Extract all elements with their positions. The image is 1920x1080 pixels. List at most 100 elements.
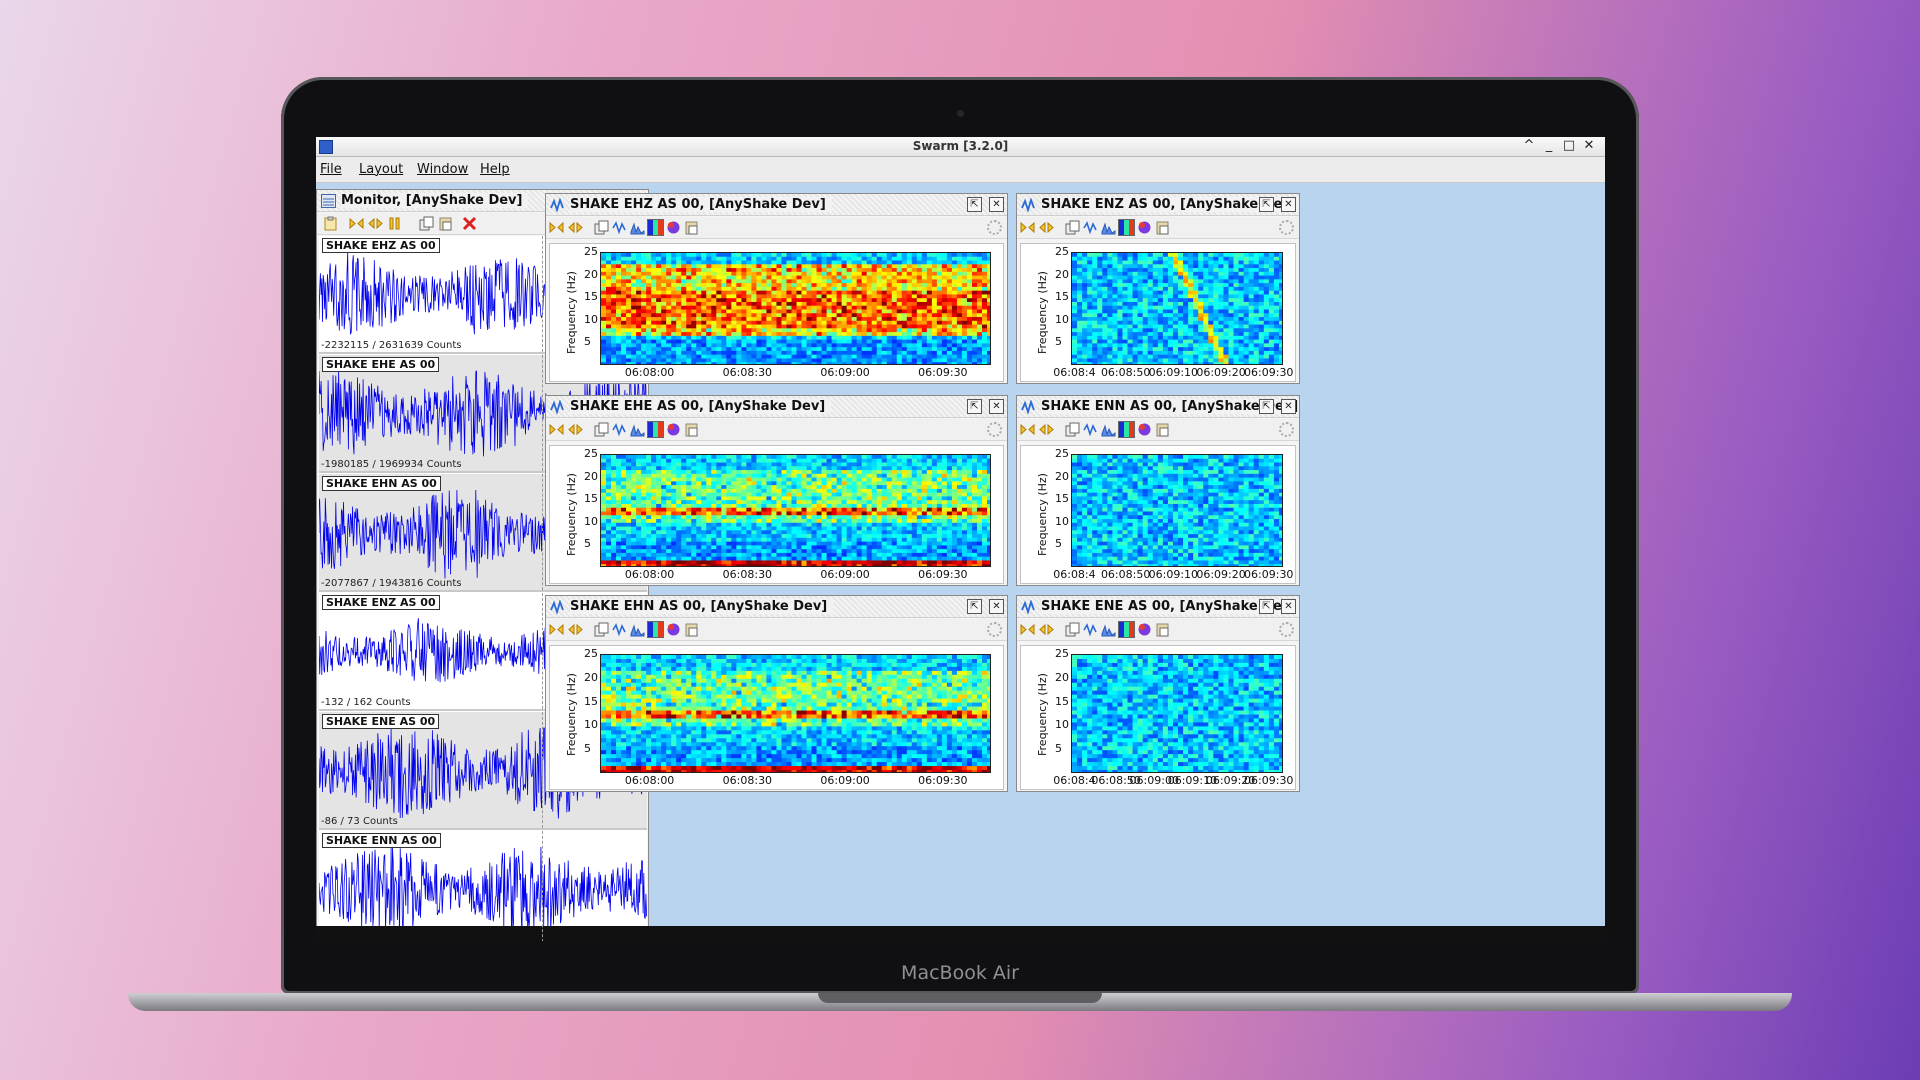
spectrogram-frame[interactable]: SHAKE EHN AS 00, [AnyShake Dev] ⇱ ✕ Frequen… xyxy=(545,595,1008,792)
expand-x-icon[interactable] xyxy=(368,216,383,231)
spectra-view-icon[interactable] xyxy=(1101,220,1116,235)
compress-x-icon[interactable] xyxy=(1020,422,1035,437)
close-frame-icon[interactable]: ✕ xyxy=(1281,197,1296,212)
spectrogram-view-icon[interactable] xyxy=(1118,219,1135,236)
expand-x-icon[interactable] xyxy=(1039,422,1054,437)
copy-icon[interactable] xyxy=(594,220,609,235)
spectrogram-titlebar[interactable]: SHAKE ENZ AS 00, [AnyShake Dev] ⇱ ✕ xyxy=(1017,194,1299,216)
particle-motion-icon[interactable] xyxy=(666,220,681,235)
app-titlebar[interactable]: Swarm [3.2.0] ^ _ □ ✕ xyxy=(316,137,1605,157)
detach-icon[interactable]: ⇱ xyxy=(967,399,982,414)
spectrogram-frame[interactable]: SHAKE EHZ AS 00, [AnyShake Dev] ⇱ ✕ Frequen… xyxy=(545,193,1008,384)
particle-motion-icon[interactable] xyxy=(666,622,681,637)
seismograph-icon xyxy=(1021,198,1035,212)
close-frame-icon[interactable]: ✕ xyxy=(989,599,1004,614)
remove-icon[interactable] xyxy=(462,216,477,231)
paste-icon[interactable] xyxy=(684,622,699,637)
compress-x-icon[interactable] xyxy=(1020,220,1035,235)
spectrogram-view-icon[interactable] xyxy=(647,219,664,236)
spectra-view-icon[interactable] xyxy=(630,220,645,235)
copy-icon[interactable] xyxy=(419,216,434,231)
spectra-view-icon[interactable] xyxy=(1101,622,1116,637)
expand-x-icon[interactable] xyxy=(568,622,583,637)
spectrogram-view-icon[interactable] xyxy=(647,421,664,438)
spectra-view-icon[interactable] xyxy=(1101,422,1116,437)
wave-view-icon[interactable] xyxy=(1083,220,1098,235)
close-frame-icon[interactable]: ✕ xyxy=(1281,599,1296,614)
spectra-view-icon[interactable] xyxy=(630,422,645,437)
spectrogram-view-icon[interactable] xyxy=(647,621,664,638)
particle-motion-icon[interactable] xyxy=(1137,622,1152,637)
spectrogram-plot[interactable]: Frequency (Hz) 25 20 15 10 5 06:08:4 06:08:50 06… xyxy=(1020,645,1296,790)
expand-x-icon[interactable] xyxy=(568,220,583,235)
wave-view-icon[interactable] xyxy=(1083,622,1098,637)
paste-icon[interactable] xyxy=(1155,422,1170,437)
spectrogram-titlebar[interactable]: SHAKE ENE AS 00, [AnyShake Dev] ⇱ ✕ xyxy=(1017,596,1299,618)
detach-icon[interactable]: ⇱ xyxy=(1259,197,1274,212)
detach-icon[interactable]: ⇱ xyxy=(967,599,982,614)
spectrogram-titlebar[interactable]: SHAKE EHN AS 00, [AnyShake Dev] ⇱ ✕ xyxy=(546,596,1007,618)
copy-icon[interactable] xyxy=(1065,622,1080,637)
spectrogram-plot[interactable]: Frequency (Hz) 25 20 15 10 5 06:08:00 06:08:30 0… xyxy=(549,445,1004,584)
copy-icon[interactable] xyxy=(1065,422,1080,437)
menu-file[interactable]: File xyxy=(320,162,342,177)
spectrogram-titlebar[interactable]: SHAKE EHE AS 00, [AnyShake Dev] ⇱ ✕ xyxy=(546,396,1007,418)
menu-window[interactable]: Window xyxy=(417,162,468,177)
spectrogram-view-icon[interactable] xyxy=(1118,421,1135,438)
menu-layout[interactable]: Layout xyxy=(359,162,403,177)
close-frame-icon[interactable]: ✕ xyxy=(989,197,1004,212)
spectrogram-plot[interactable]: Frequency (Hz) 25 20 15 10 5 06:08:4 06:08:50 06… xyxy=(1020,243,1296,382)
particle-motion-icon[interactable] xyxy=(1137,422,1152,437)
spectrogram-plot[interactable]: Frequency (Hz) 25 20 15 10 5 06:08:00 06:08:30 0… xyxy=(549,645,1004,790)
detach-icon[interactable]: ⇱ xyxy=(1259,599,1274,614)
spectrogram-plot[interactable]: Frequency (Hz) 25 20 15 10 5 06:08:00 06:08:30 0… xyxy=(549,243,1004,382)
compress-x-icon[interactable] xyxy=(549,622,564,637)
paste-icon[interactable] xyxy=(684,220,699,235)
screen-bottom-bezel xyxy=(316,926,1605,942)
particle-motion-icon[interactable] xyxy=(1137,220,1152,235)
paste-icon[interactable] xyxy=(438,216,453,231)
spectrogram-frame[interactable]: SHAKE ENZ AS 00, [AnyShake Dev] ⇱ ✕ Frequen… xyxy=(1016,193,1300,384)
compress-x-icon[interactable] xyxy=(1020,622,1035,637)
pause-icon[interactable] xyxy=(387,216,402,231)
expand-x-icon[interactable] xyxy=(568,422,583,437)
compress-x-icon[interactable] xyxy=(549,220,564,235)
compress-x-icon[interactable] xyxy=(349,216,364,231)
spectra-view-icon[interactable] xyxy=(630,622,645,637)
spectrogram-frame[interactable]: SHAKE EHE AS 00, [AnyShake Dev] ⇱ ✕ Frequen… xyxy=(545,395,1008,586)
spectrogram-titlebar[interactable]: SHAKE EHZ AS 00, [AnyShake Dev] ⇱ ✕ xyxy=(546,194,1007,216)
close-frame-icon[interactable]: ✕ xyxy=(989,399,1004,414)
detach-icon[interactable]: ⇱ xyxy=(967,197,982,212)
menu-help[interactable]: Help xyxy=(480,162,510,177)
wave-view-icon[interactable] xyxy=(1083,422,1098,437)
wave-view-icon[interactable] xyxy=(612,622,627,637)
close-button[interactable]: ✕ xyxy=(1580,138,1598,153)
copy-icon[interactable] xyxy=(594,622,609,637)
spectrogram-title: SHAKE EHZ AS 00, [AnyShake Dev] xyxy=(570,197,832,212)
spectrogram-frame[interactable]: SHAKE ENN AS 00, [AnyShake Dev] ⇱ ✕ Frequen… xyxy=(1016,395,1300,586)
detach-icon[interactable]: ⇱ xyxy=(1259,399,1274,414)
minimize-button[interactable]: _ xyxy=(1540,138,1558,153)
spectrogram-plot[interactable]: Frequency (Hz) 25 20 15 10 5 06:08:4 06:08:50 06… xyxy=(1020,445,1296,584)
restore-up-icon[interactable]: ^ xyxy=(1520,138,1538,153)
y-axis-label: Frequency (Hz) xyxy=(565,271,578,354)
copy-icon[interactable] xyxy=(1065,220,1080,235)
paste-icon[interactable] xyxy=(1155,622,1170,637)
copy-icon[interactable] xyxy=(594,422,609,437)
paste-icon[interactable] xyxy=(684,422,699,437)
wave-view-icon[interactable] xyxy=(612,220,627,235)
compress-x-icon[interactable] xyxy=(549,422,564,437)
maximize-button[interactable]: □ xyxy=(1560,138,1578,153)
particle-motion-icon[interactable] xyxy=(666,422,681,437)
x-tick-label: 06:09:30 xyxy=(918,366,968,379)
spectrogram-titlebar[interactable]: SHAKE ENN AS 00, [AnyShake Dev] ⇱ ✕ xyxy=(1017,396,1299,418)
spectrogram-frame[interactable]: SHAKE ENE AS 00, [AnyShake Dev] ⇱ ✕ Frequen… xyxy=(1016,595,1300,792)
expand-x-icon[interactable] xyxy=(1039,622,1054,637)
spectrogram-view-icon[interactable] xyxy=(1118,621,1135,638)
close-frame-icon[interactable]: ✕ xyxy=(1281,399,1296,414)
paste-icon[interactable] xyxy=(1155,220,1170,235)
clipboard-icon[interactable] xyxy=(323,216,338,231)
spectrogram-title: SHAKE EHN AS 00, [AnyShake Dev] xyxy=(570,599,834,614)
wave-view-icon[interactable] xyxy=(612,422,627,437)
expand-x-icon[interactable] xyxy=(1039,220,1054,235)
